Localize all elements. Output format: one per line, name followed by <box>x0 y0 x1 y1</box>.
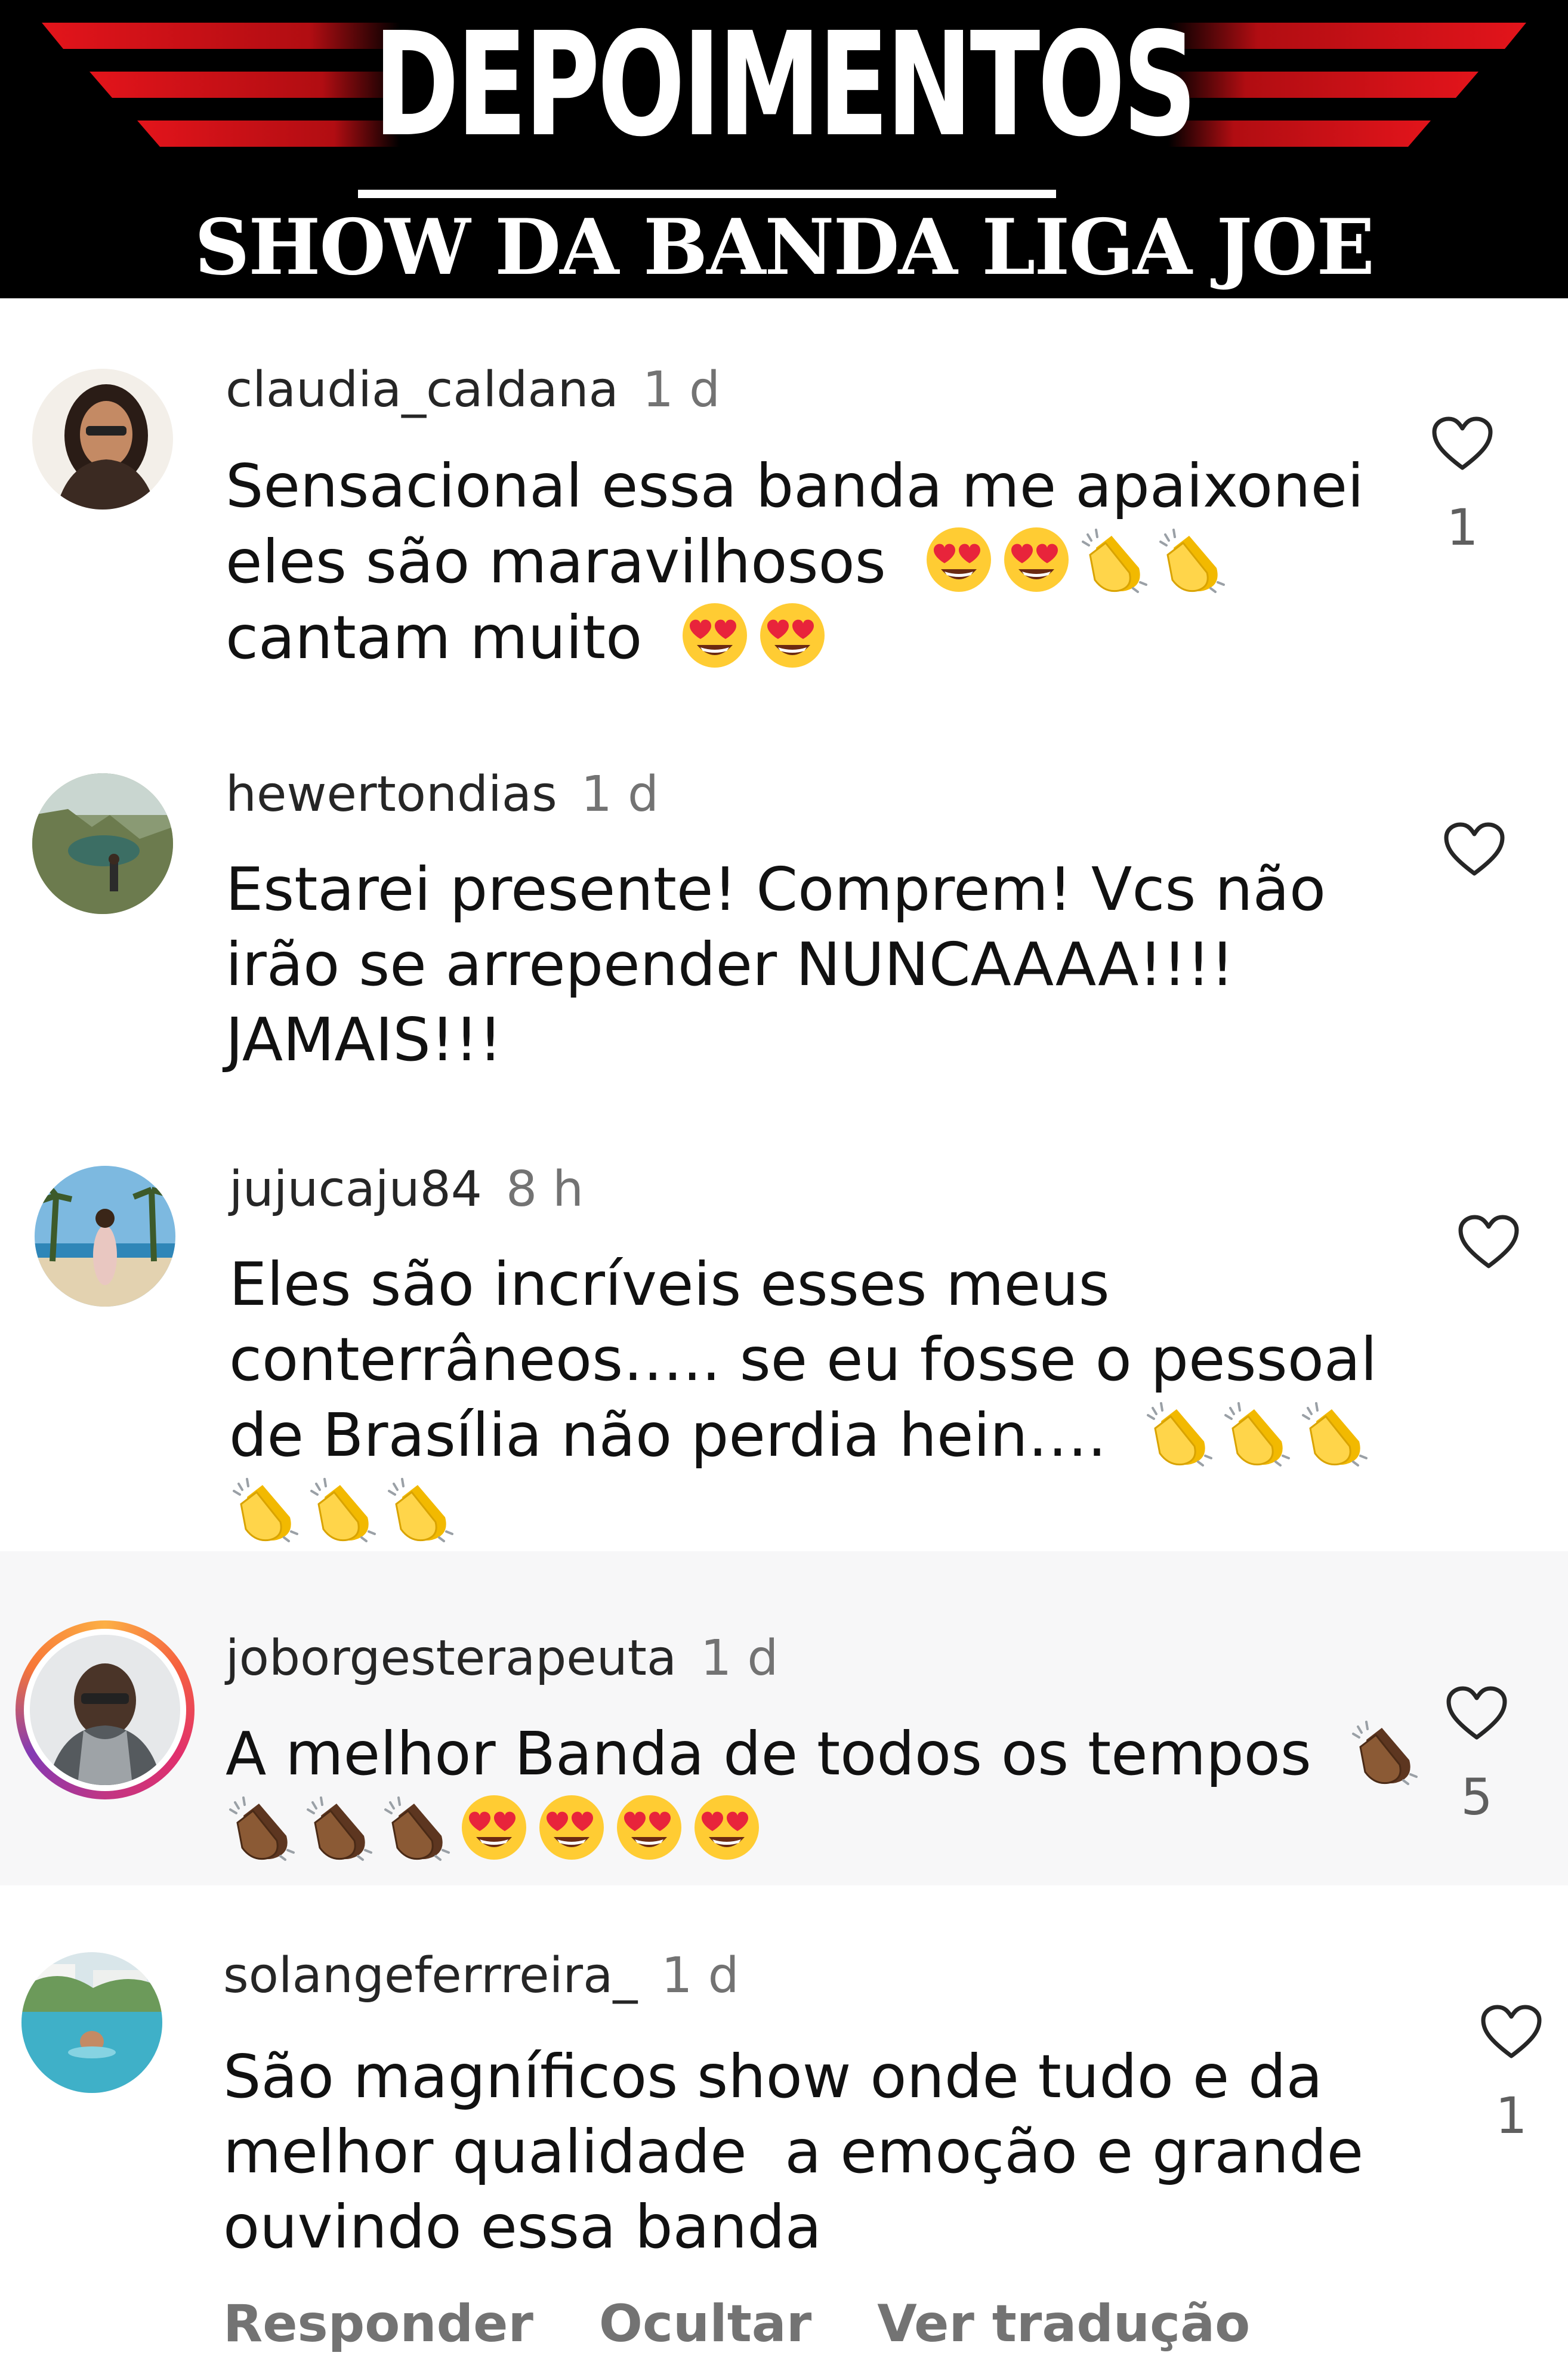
like-count: 5 <box>1461 1768 1493 1826</box>
username[interactable]: hewertondias <box>226 766 557 823</box>
comment-line <box>229 1473 1470 1549</box>
like-button[interactable] <box>1456 1212 1521 1272</box>
comment-line-text: eles são maravilhosos <box>226 527 886 597</box>
comment-text: Sensacional essa banda me apaixonei eles… <box>226 449 1467 675</box>
timestamp: 1 d <box>581 766 659 823</box>
heart-outline-icon <box>1456 1212 1521 1272</box>
heart-eyes-emoji <box>757 600 828 671</box>
comment-line: JAMAIS!!! <box>226 1005 503 1075</box>
avatar[interactable] <box>35 1166 175 1307</box>
comment-meta: hewertondias 1 d <box>226 765 659 825</box>
comment-text: Eles são incríveis esses meus conterrâne… <box>229 1247 1470 1549</box>
heart-eyes-emoji <box>923 524 995 595</box>
avatar[interactable] <box>21 1952 162 2093</box>
banner-subtitle: SHOW DA BANDA LIGA JOE <box>194 203 1375 292</box>
timestamp: 8 h <box>505 1161 584 1218</box>
like-count: 1 <box>1446 498 1479 557</box>
hide-button[interactable]: Ocultar <box>599 2294 811 2354</box>
comment-line: Estarei presente! Comprem! Vcs não <box>226 854 1326 924</box>
comment-meta: joborgesterapeuta 1 d <box>226 1629 778 1688</box>
clap-dark-emoji <box>226 1792 297 1863</box>
translate-button[interactable]: Ver tradução <box>877 2294 1250 2354</box>
avatar[interactable] <box>32 369 173 510</box>
username[interactable]: solangeferrreira_ <box>223 1947 637 2004</box>
comment-line-text: A melhor Banda de todos os tempos <box>226 1719 1311 1789</box>
reply-button[interactable]: Responder <box>223 2294 533 2354</box>
comment-line: conterrâneos….. se eu fosse o pessoal <box>229 1325 1377 1394</box>
clap-emoji <box>1078 524 1150 595</box>
comment-line: melhor qualidade a emoção e grande <box>223 2117 1364 2187</box>
username[interactable]: jujucaju84 <box>229 1161 482 1218</box>
story-ring-avatar[interactable] <box>16 1620 195 1799</box>
comment-line: Sensacional essa banda me apaixonei <box>226 451 1364 521</box>
comment-actions: Responder Ocultar Ver tradução <box>223 2291 1316 2357</box>
comment-line: São magníficos show onde tudo e da <box>223 2042 1323 2111</box>
comment-meta: jujucaju84 8 h <box>229 1160 584 1220</box>
comment-line: ouvindo essa banda <box>223 2192 822 2262</box>
heart-outline-icon <box>1430 414 1495 474</box>
header-banner: DEPOIMENTOS SHOW DA BANDA LIGA JOE <box>0 0 1568 298</box>
comment-line-text: de Brasília não perdia hein…. <box>229 1400 1107 1470</box>
comment-meta: solangeferrreira_ 1 d <box>223 1946 739 2006</box>
comment-line-text: cantam muito <box>226 603 643 672</box>
clap-emoji <box>1143 1397 1215 1469</box>
username[interactable]: claudia_caldana <box>226 362 619 418</box>
comment-line: A melhor Banda de todos os tempos <box>226 1716 1467 1792</box>
timestamp: 1 d <box>700 1630 779 1687</box>
clap-emoji <box>307 1473 378 1545</box>
banner-title: DEPOIMENTOS <box>374 1 1197 168</box>
heart-eyes-emoji <box>458 1792 530 1863</box>
like-count: 1 <box>1495 2086 1527 2145</box>
heart-outline-icon <box>1442 820 1507 879</box>
clap-emoji <box>229 1473 301 1545</box>
heart-eyes-emoji <box>1001 524 1072 595</box>
heart-eyes-emoji <box>536 1792 607 1863</box>
like-button[interactable]: 1 <box>1479 2002 1544 2145</box>
heart-eyes-emoji <box>691 1792 763 1863</box>
clap-dark-emoji <box>303 1792 375 1863</box>
comment-line: cantam muito <box>226 600 1467 675</box>
comment-meta: claudia_caldana 1 d <box>226 360 720 420</box>
like-button[interactable]: 5 <box>1444 1684 1510 1827</box>
heart-outline-icon <box>1444 1684 1510 1743</box>
clap-dark-emoji <box>1348 1716 1420 1787</box>
banner-divider <box>358 190 1056 198</box>
comment-text: Estarei presente! Comprem! Vcs não irão … <box>226 852 1467 1078</box>
clap-emoji <box>384 1473 456 1545</box>
comment-line: irão se arrepender NUNCAAAA!!!! <box>226 930 1234 999</box>
avatar <box>30 1635 180 1785</box>
comment-line <box>226 1792 1467 1867</box>
avatar[interactable] <box>32 773 173 914</box>
like-button[interactable] <box>1442 820 1507 879</box>
comment-line: eles são maravilhosos <box>226 524 1467 600</box>
username[interactable]: joborgesterapeuta <box>226 1630 677 1687</box>
clap-dark-emoji <box>381 1792 452 1863</box>
heart-eyes-emoji <box>679 600 751 671</box>
timestamp: 1 d <box>661 1947 739 2004</box>
like-button[interactable]: 1 <box>1430 414 1495 557</box>
comment-line: Eles são incríveis esses meus <box>229 1249 1110 1319</box>
clap-emoji <box>1298 1397 1370 1469</box>
heart-eyes-emoji <box>613 1792 685 1863</box>
clap-emoji <box>1221 1397 1292 1469</box>
comment-text: A melhor Banda de todos os tempos <box>226 1716 1467 1867</box>
timestamp: 1 d <box>642 362 721 418</box>
comment-text: São magníficos show onde tudo e da melho… <box>223 2039 1464 2265</box>
heart-outline-icon <box>1479 2002 1544 2062</box>
comment-line: de Brasília não perdia hein…. <box>229 1397 1470 1473</box>
clap-emoji <box>1156 524 1227 595</box>
